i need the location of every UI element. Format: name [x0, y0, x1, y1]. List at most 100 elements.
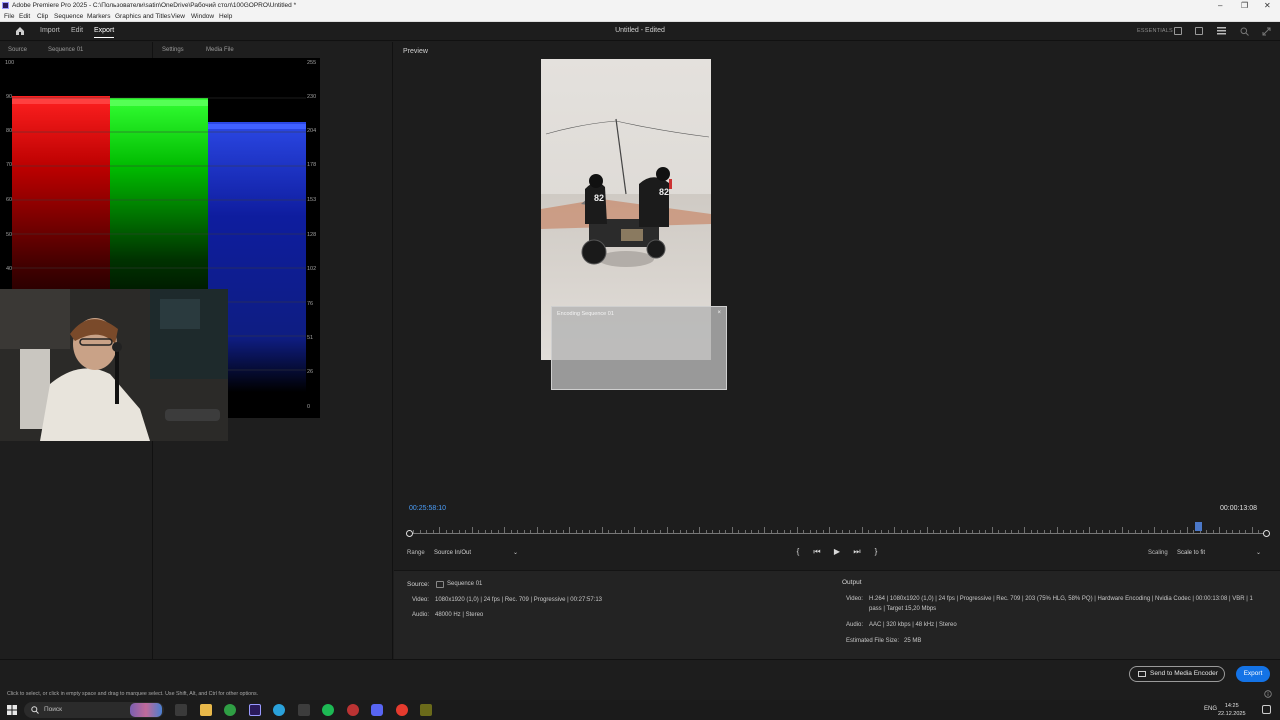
menu-edit[interactable]: Edit — [19, 11, 30, 22]
in-point-handle[interactable] — [406, 530, 413, 537]
encoding-dialog: Encoding Sequence 01 × — [551, 306, 727, 390]
clock-date: 22.12.2025 — [1218, 711, 1246, 717]
media-encoder-icon — [1138, 671, 1146, 677]
menu-window[interactable]: Window — [191, 11, 214, 22]
scope-left-tick: 100 — [5, 60, 15, 66]
send-to-media-encoder-label: Send to Media Encoder — [1150, 670, 1218, 677]
search-icon[interactable] — [1240, 27, 1249, 36]
mark-in-button[interactable]: { — [793, 547, 803, 557]
windows-start-icon[interactable] — [7, 705, 17, 715]
maximize-button[interactable]: ❐ — [1241, 0, 1248, 11]
menu-view[interactable]: View — [171, 11, 185, 22]
source-label: Source — [8, 47, 28, 53]
range-label: Range — [407, 550, 425, 556]
workspaces-icon[interactable] — [1174, 27, 1182, 35]
mark-out-button[interactable]: } — [871, 547, 881, 557]
source-sequence[interactable]: Sequence 01 — [48, 47, 83, 53]
source-video-info: 1080x1920 (1,0) | 24 fps | Rec. 709 | Pr… — [435, 597, 603, 603]
output-audio-label: Audio: — [846, 622, 864, 628]
chrome-icon[interactable] — [224, 704, 236, 716]
timeline-ruler[interactable] — [406, 519, 1270, 537]
range-dropdown[interactable]: Source In/Out ⌄ — [430, 546, 522, 560]
scope-left-tick: 40 — [6, 266, 13, 272]
app-icon[interactable] — [347, 704, 359, 716]
export-button[interactable]: Export — [1236, 666, 1270, 682]
close-icon[interactable]: × — [717, 310, 721, 316]
rider-number: 82 — [659, 187, 669, 197]
share-icon[interactable] — [1195, 27, 1203, 35]
scaling-dropdown[interactable]: Scale to fit ⌄ — [1173, 546, 1265, 560]
ruler-line — [409, 533, 1267, 534]
output-video-info-cont: pass | Target 15,20 Mbps — [869, 606, 937, 612]
webcam-image — [0, 289, 228, 441]
search-highlight-icon — [130, 703, 162, 717]
scope-right-tick: 51 — [307, 335, 314, 341]
scope-right-tick: 178 — [307, 162, 317, 168]
windows-taskbar: Поиск ENG 14:25 22.12.2025 — [0, 700, 1280, 720]
source-audio-info: 48000 Hz | Stereo — [435, 612, 484, 618]
search-icon — [31, 706, 39, 714]
scope-right-tick: 230 — [307, 94, 317, 100]
step-forward-button[interactable]: ⏭ — [852, 547, 862, 557]
app-icon[interactable] — [420, 704, 432, 716]
scope-left-tick: 60 — [6, 197, 13, 203]
close-button[interactable]: ✕ — [1264, 0, 1271, 11]
output-video-label: Video: — [846, 596, 863, 602]
app-icon[interactable] — [322, 704, 334, 716]
scope-left-tick: 80 — [6, 128, 13, 134]
scope-right-tick: 102 — [307, 266, 317, 272]
status-text: Click to select, or click in empty space… — [7, 691, 259, 697]
telegram-icon[interactable] — [273, 704, 285, 716]
timecode-current[interactable]: 00:25:58:10 — [409, 505, 446, 512]
scaling-value: Scale to fit — [1177, 550, 1206, 556]
rider-number: 82 — [594, 193, 604, 203]
tab-export[interactable]: Export — [94, 27, 115, 38]
file-explorer-icon[interactable] — [200, 704, 212, 716]
source-audio-label: Audio: — [412, 612, 430, 618]
search-placeholder: Поиск — [44, 706, 63, 713]
menu-lines-icon[interactable] — [1217, 27, 1226, 35]
title-bar: Adobe Premiere Pro 2025 - C:\Пользовател… — [0, 0, 1280, 11]
task-view-icon[interactable] — [175, 704, 187, 716]
workspace-label[interactable]: ESSENTIALS — [1137, 28, 1173, 34]
out-point-handle[interactable] — [1263, 530, 1270, 537]
menu-file[interactable]: File — [4, 11, 14, 22]
app-icon[interactable] — [298, 704, 310, 716]
scope-left-tick: 50 — [6, 232, 13, 238]
notifications-icon[interactable] — [1262, 705, 1271, 714]
menu-graphics-and-titles[interactable]: Graphics and Titles — [115, 11, 171, 22]
fullscreen-icon[interactable] — [1262, 27, 1271, 36]
taskbar-search[interactable]: Поиск — [24, 702, 164, 718]
clock-time: 14:25 — [1224, 703, 1239, 709]
playhead[interactable] — [1195, 522, 1203, 531]
home-icon[interactable] — [15, 26, 25, 36]
document-title: Untitled - Edited — [615, 27, 665, 34]
file-size-value: 25 MB — [904, 638, 922, 644]
menu-clip[interactable]: Clip — [37, 11, 48, 22]
info-icon[interactable] — [1264, 690, 1272, 698]
range-value: Source In/Out — [434, 550, 472, 556]
chevron-down-icon: ⌄ — [512, 550, 518, 556]
system-clock[interactable]: 14:25 22.12.2025 — [1218, 702, 1246, 718]
scope-right-tick: 204 — [307, 128, 317, 134]
discord-icon[interactable] — [371, 704, 383, 716]
yandex-browser-icon[interactable] — [396, 704, 408, 716]
language-indicator[interactable]: ENG — [1204, 706, 1217, 712]
premiere-taskbar-icon[interactable] — [249, 704, 261, 716]
send-to-media-encoder-button[interactable]: Send to Media Encoder — [1129, 666, 1225, 682]
play-button[interactable]: ▶ — [832, 547, 842, 557]
workspace-header: Import Edit Export Untitled - Edited ESS… — [0, 22, 1280, 41]
menu-sequence[interactable]: Sequence — [54, 11, 83, 22]
chevron-down-icon: ⌄ — [1255, 550, 1261, 556]
menu-markers[interactable]: Markers — [87, 11, 110, 22]
minimize-button[interactable]: – — [1218, 0, 1222, 11]
scope-right-tick: 128 — [307, 232, 317, 238]
source-name: Sequence 01 — [447, 581, 483, 587]
settings-label: Settings — [162, 47, 184, 53]
menu-help[interactable]: Help — [219, 11, 232, 22]
media-file-item[interactable]: Media File — [206, 47, 234, 53]
tab-edit[interactable]: Edit — [71, 27, 83, 34]
tab-import[interactable]: Import — [40, 27, 60, 34]
export-summary: Source: Sequence 01 Video: 1080x1920 (1,… — [394, 570, 1280, 659]
step-back-button[interactable]: ⏮ — [812, 547, 822, 557]
